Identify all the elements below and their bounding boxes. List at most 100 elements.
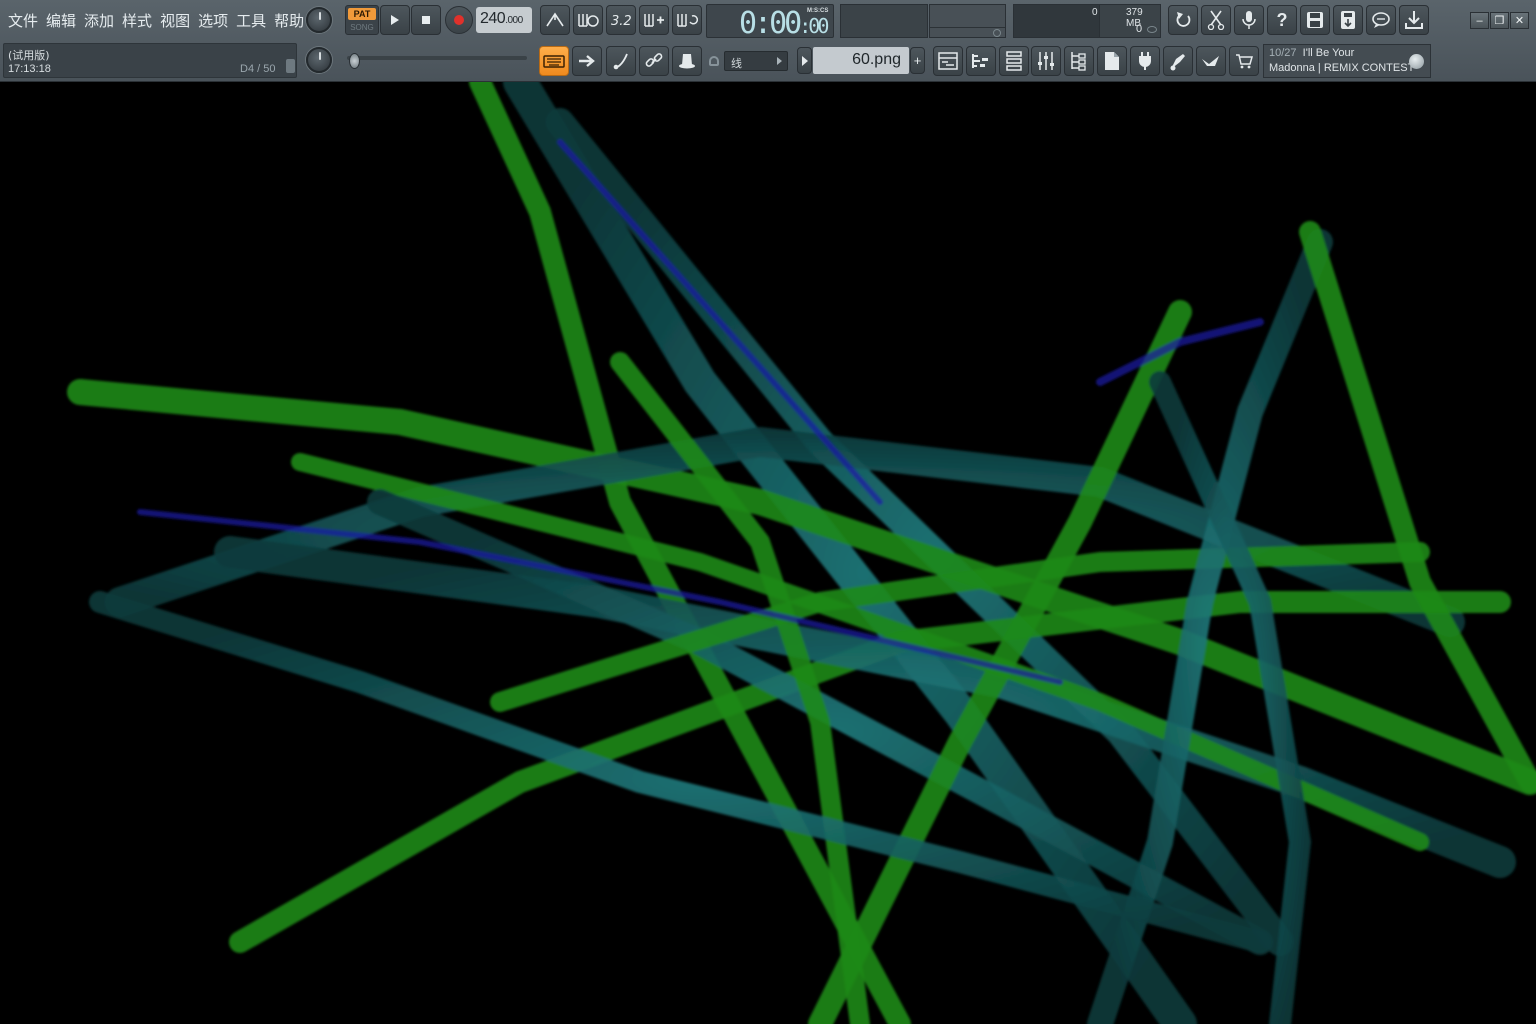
menu-view[interactable]: 视图 (156, 6, 194, 34)
record-button[interactable] (445, 6, 473, 34)
arrow-button[interactable] (572, 46, 602, 76)
output-meter[interactable] (929, 4, 1006, 38)
audio-input-button[interactable] (1234, 5, 1264, 35)
render-icon (1341, 11, 1355, 29)
streak-layer (67, 65, 1536, 1024)
globe-icon[interactable] (1409, 54, 1424, 69)
typing-keyboard-icon (543, 55, 565, 68)
tempo-display[interactable]: 240.000 (476, 7, 532, 33)
lock-icon[interactable] (286, 59, 295, 73)
snap-selector[interactable]: 线 (724, 51, 788, 71)
menu-patterns[interactable]: 样式 (118, 6, 156, 34)
cpu-value: 0 (1092, 7, 1098, 18)
hat-button[interactable] (672, 46, 702, 76)
step-edit-button[interactable] (639, 5, 669, 35)
menu-add[interactable]: 添加 (80, 6, 118, 34)
position-slider-handle[interactable] (349, 53, 360, 69)
channel-rack-button[interactable] (999, 46, 1029, 76)
render-button[interactable] (1333, 5, 1363, 35)
menu-options[interactable]: 选项 (194, 6, 232, 34)
plugin-icon (1139, 52, 1151, 70)
hat-icon (679, 54, 695, 69)
arrow-icon (579, 55, 595, 67)
download-button[interactable] (1399, 5, 1429, 35)
browser-icon (1071, 52, 1086, 71)
visualizer-canvas (0, 65, 1536, 1024)
play-button[interactable] (380, 5, 410, 35)
mixer-button[interactable] (1031, 46, 1061, 76)
close-icon: ✕ (1514, 15, 1525, 27)
pattern-name: 60.png (852, 51, 901, 68)
blend-notes-button[interactable] (606, 46, 636, 76)
minimize-icon: – (1476, 14, 1483, 27)
pattern-name-field[interactable]: 60.png (813, 47, 909, 74)
undo-button[interactable] (1168, 5, 1198, 35)
export-icon (1202, 56, 1219, 66)
help-icon: ? (1276, 9, 1288, 30)
export-button[interactable] (1196, 46, 1226, 76)
menu-tools[interactable]: 工具 (232, 6, 270, 34)
shop-icon (1236, 54, 1253, 69)
restore-icon: ❐ (1494, 15, 1505, 27)
help-button[interactable]: ? (1267, 5, 1297, 35)
main-toolbar: 文件 编辑 添加 样式 视图 选项 工具 帮助 (试用版) 17:13:18 D… (0, 0, 1536, 82)
typing-keyboard-button[interactable] (539, 46, 569, 76)
meter-knob-icon (993, 29, 1001, 37)
touch-controller-button[interactable] (1163, 46, 1193, 76)
wait-record-button[interactable] (573, 5, 603, 35)
loop-record-button[interactable] (672, 5, 702, 35)
song-mode[interactable]: SONG (348, 22, 376, 34)
countdown-button[interactable]: 3.2. (606, 5, 636, 35)
tempo-decimal: .000 (505, 15, 523, 26)
close-button[interactable]: ✕ (1510, 12, 1529, 29)
browser-button[interactable] (1064, 46, 1094, 76)
wait-record-icon (578, 14, 599, 27)
pat-song-switch[interactable]: PAT SONG (345, 5, 379, 35)
stop-button[interactable] (411, 5, 441, 35)
news-subtitle: Madonna | REMIX CONTEST (1269, 62, 1415, 74)
master-pitch-knob[interactable] (306, 47, 332, 73)
restore-button[interactable]: ❐ (1490, 12, 1509, 29)
shop-button[interactable] (1229, 46, 1259, 76)
chat-button[interactable] (1366, 5, 1396, 35)
tempo-integer: 240 (480, 10, 506, 27)
cpu-graph (1014, 5, 1100, 37)
save-icon (1307, 12, 1323, 28)
menu-file[interactable]: 文件 (4, 6, 42, 34)
metronome-button[interactable] (540, 5, 570, 35)
magnet-icon (709, 56, 719, 66)
pattern-prev-button[interactable] (797, 47, 812, 74)
hint-panel: (试用版) 17:13:18 D4 / 50 (3, 43, 297, 78)
menu-bar: 文件 编辑 添加 样式 视图 选项 工具 帮助 (4, 6, 308, 34)
pattern-add-button[interactable]: + (910, 47, 925, 74)
output-oscilloscope[interactable] (840, 4, 928, 38)
pat-mode[interactable]: PAT (348, 8, 376, 20)
cut-button[interactable] (1201, 5, 1231, 35)
master-volume-knob[interactable] (306, 7, 332, 33)
channel-rack-icon (1006, 51, 1022, 71)
playlist-button[interactable] (933, 46, 963, 76)
svg-text:3.2.: 3.2. (611, 14, 632, 28)
plus-icon: + (913, 53, 922, 68)
news-headline: 10/27 I'll Be Your (1269, 47, 1354, 59)
note-counter: D4 / 50 (240, 63, 276, 75)
metronome-icon (546, 12, 564, 27)
minimize-button[interactable]: – (1470, 12, 1489, 29)
song-time-display[interactable]: 0:00:00 M:S:CS (706, 4, 834, 41)
save-button[interactable] (1300, 5, 1330, 35)
cpu-memory-panel: 0 379 MB 0 (1013, 4, 1161, 38)
menu-help[interactable]: 帮助 (270, 6, 308, 34)
news-panel[interactable]: 10/27 I'll Be Your Madonna | REMIX CONTE… (1263, 44, 1431, 78)
piano-roll-button[interactable] (966, 46, 996, 76)
menu-edit[interactable]: 编辑 (42, 6, 80, 34)
project-button[interactable] (1097, 46, 1127, 76)
link-button[interactable] (639, 46, 669, 76)
project-icon (1105, 52, 1119, 70)
mixer-icon (1038, 52, 1054, 70)
step-edit-icon (644, 14, 664, 27)
plugin-button[interactable] (1130, 46, 1160, 76)
time-centiseconds: :00 (799, 14, 829, 38)
chat-icon (1372, 12, 1390, 28)
touch-controller-icon (1170, 54, 1185, 71)
position-track[interactable] (347, 56, 527, 60)
